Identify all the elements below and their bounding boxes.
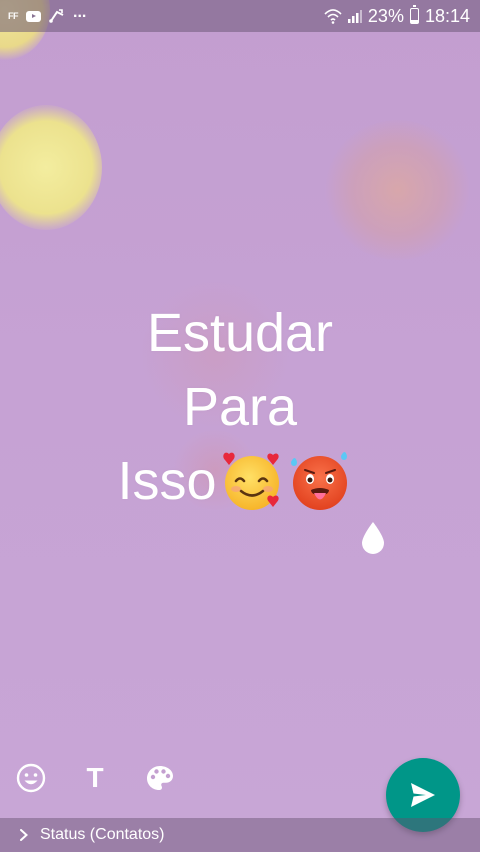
emoji-button[interactable]	[13, 760, 49, 796]
text-style-button[interactable]: T	[77, 760, 113, 796]
status-text-line: Para	[182, 377, 298, 437]
status-text-line-with-emoji: Isso	[0, 444, 480, 518]
usb-icon	[49, 9, 64, 23]
battery-percent: 23%	[367, 5, 404, 26]
status-text-content[interactable]: Estudar Para Isso	[0, 296, 480, 518]
smiling-face-with-hearts-emoji	[222, 452, 279, 510]
chevron-right-icon	[20, 829, 28, 841]
more-notifications: ...	[73, 4, 87, 21]
bokeh-light	[0, 105, 102, 230]
status-editor-screen: FF ... 23% 18:14 Estudar Para Isso T Sta…	[0, 0, 480, 852]
bokeh-light	[325, 120, 470, 260]
system-status-bar: FF ... 23% 18:14	[0, 0, 480, 32]
color-palette-button[interactable]	[142, 760, 178, 796]
emoji-icon	[16, 763, 46, 793]
status-audience-bar[interactable]: Status (Contatos)	[0, 818, 480, 852]
palette-icon	[147, 766, 173, 790]
status-text-line: Estudar	[146, 303, 334, 363]
wifi-icon	[324, 9, 342, 24]
ff-icon: FF	[8, 11, 19, 21]
signal-icon	[347, 10, 362, 23]
hot-face-emoji	[290, 452, 347, 510]
status-audience-label: Status (Contatos)	[40, 826, 165, 843]
battery-icon	[409, 5, 419, 24]
send-icon	[411, 783, 435, 807]
clock: 18:14	[424, 5, 470, 26]
drop-handle-icon[interactable]	[358, 520, 388, 556]
youtube-icon	[26, 10, 41, 22]
status-text-word: Isso	[117, 451, 217, 511]
